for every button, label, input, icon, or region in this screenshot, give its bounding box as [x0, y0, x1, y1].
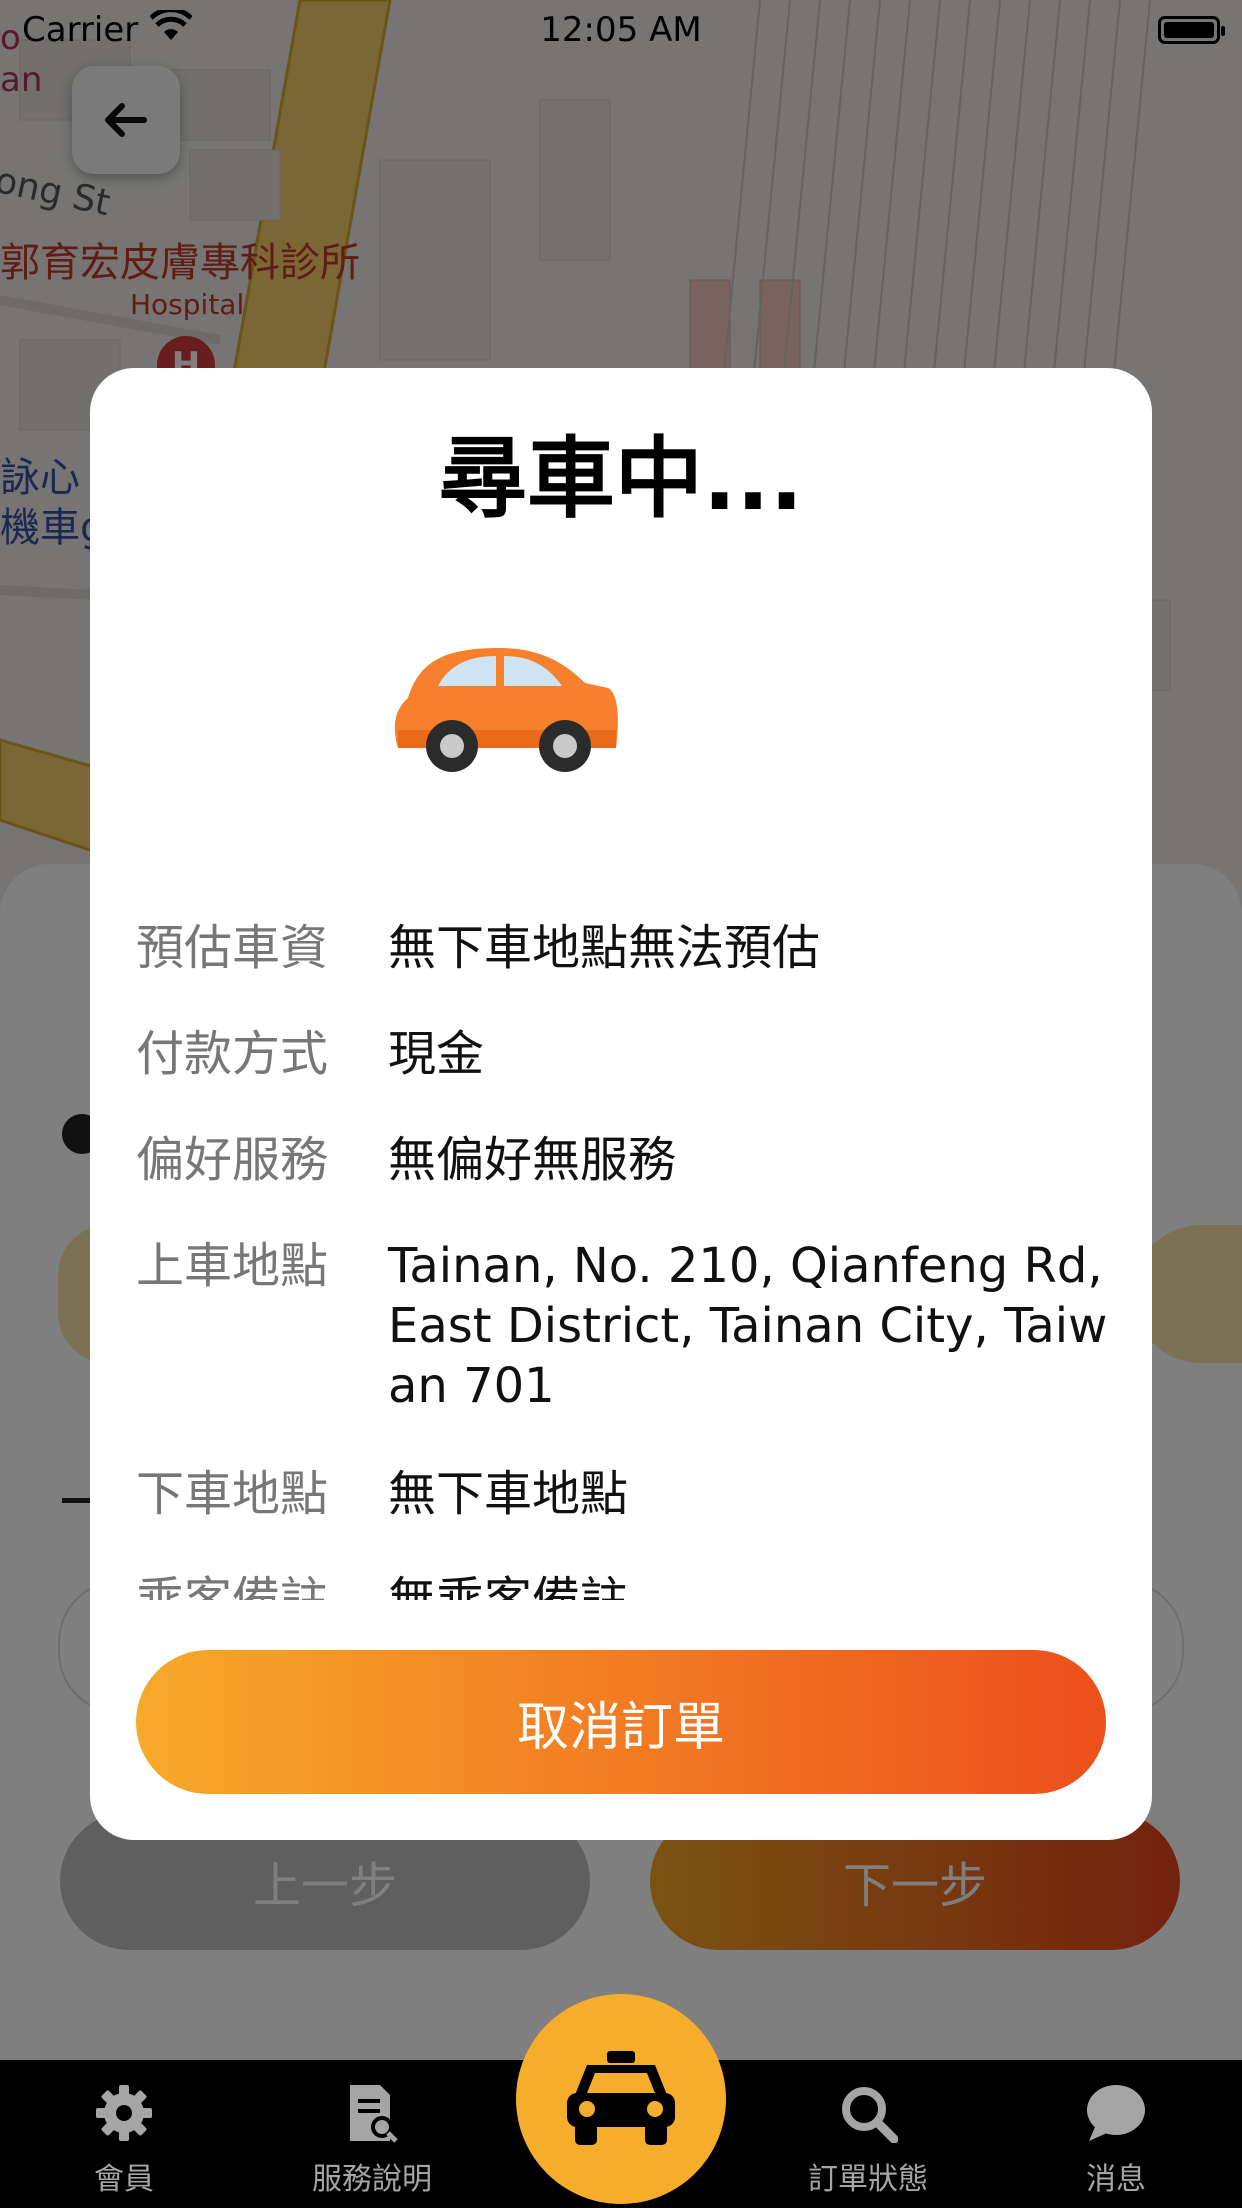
- info-value: 現金: [388, 1026, 485, 1082]
- gear-icon: [93, 2082, 155, 2144]
- taxi-icon: [567, 2051, 675, 2145]
- info-value: 無偏好無服務: [388, 1132, 677, 1188]
- info-value: 無下車地點: [388, 1466, 629, 1522]
- tab-service-info[interactable]: 服務說明: [272, 2060, 472, 2208]
- tab-label: 消息: [1086, 2162, 1146, 2197]
- chat-bubble-icon: [1085, 2082, 1147, 2144]
- tab-order-status[interactable]: 訂單狀態: [768, 2060, 968, 2208]
- cancel-order-button[interactable]: 取消訂單: [136, 1650, 1106, 1794]
- info-label: 乘客備註: [136, 1572, 329, 1600]
- tab-messages[interactable]: 消息: [1016, 2060, 1216, 2208]
- info-label: 下車地點: [136, 1466, 329, 1522]
- info-row-preference: 偏好服務 無偏好無服務: [136, 1130, 1116, 1190]
- tab-label: 服務說明: [312, 2162, 432, 2197]
- tab-member[interactable]: 會員: [24, 2060, 224, 2208]
- info-value: 無乘客備註: [388, 1572, 629, 1600]
- info-label: 預估車資: [136, 920, 329, 976]
- document-search-icon: [341, 2082, 403, 2144]
- tab-call-taxi[interactable]: [516, 1994, 726, 2204]
- info-row-fare: 預估車資 無下車地點無法預估: [136, 918, 1116, 978]
- info-row-payment: 付款方式 現金: [136, 1024, 1116, 1084]
- searching-car-dialog: 尋車中... 預估車資 無下車地點無法預估 付款方式 現金 偏好服務 無偏好無服…: [90, 368, 1152, 1840]
- tab-label: 訂單狀態: [808, 2162, 928, 2197]
- search-icon: [837, 2082, 899, 2144]
- info-row-pickup: 上車地點 Tainan, No. 210, Qianfeng Rd, East …: [136, 1236, 1116, 1416]
- info-value: Tainan, No. 210, Qianfeng Rd, East Distr…: [388, 1238, 1108, 1414]
- info-row-dropoff: 下車地點 無下車地點: [136, 1464, 1116, 1524]
- info-value: 無下車地點無法預估: [388, 920, 821, 976]
- info-label: 付款方式: [136, 1026, 329, 1082]
- order-details[interactable]: 預估車資 無下車地點無法預估 付款方式 現金 偏好服務 無偏好無服務 上車地點 …: [90, 368, 1152, 1600]
- tab-label: 會員: [94, 2162, 154, 2197]
- info-row-note: 乘客備註 無乘客備註: [136, 1570, 1116, 1600]
- info-label: 偏好服務: [136, 1132, 329, 1188]
- info-label: 上車地點: [136, 1238, 329, 1294]
